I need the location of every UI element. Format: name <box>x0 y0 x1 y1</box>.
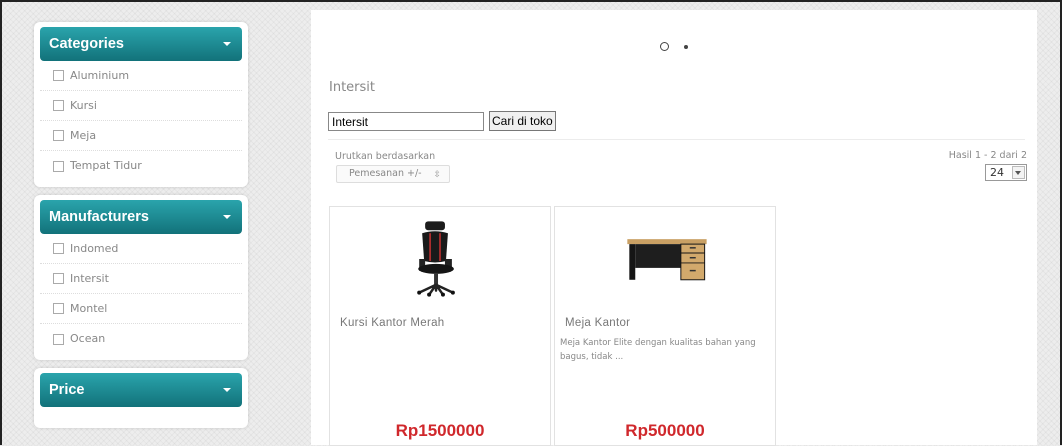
manufacturers-title: Manufacturers <box>49 209 149 225</box>
carousel-dot-active[interactable] <box>660 42 669 51</box>
search-button[interactable]: Cari di toko <box>489 111 556 131</box>
filter-option-meja[interactable]: Meja <box>40 121 242 151</box>
categories-title: Categories <box>49 36 124 52</box>
chevron-down-icon <box>223 388 231 392</box>
sort-select[interactable]: Pemesanan +/- ⇳ <box>336 165 450 183</box>
product-price: Rp500000 <box>625 421 705 440</box>
filter-option-intersit[interactable]: Intersit <box>40 264 242 294</box>
filter-option-label: Intersit <box>70 271 109 285</box>
product-name[interactable]: Meja Kantor <box>565 317 630 329</box>
sort-label: Urutkan berdasarkan <box>335 151 436 162</box>
product-price: Rp1500000 <box>395 421 485 440</box>
filter-option-label: Aluminium <box>70 68 130 82</box>
filter-option-ocean[interactable]: Ocean <box>40 324 242 354</box>
carousel-dot[interactable] <box>684 44 688 49</box>
per-page-value: 24 <box>990 166 1004 179</box>
carousel-dots <box>311 36 1037 51</box>
chevron-down-icon <box>223 215 231 219</box>
main-content: Intersit Cari di toko Urutkan berdasarka… <box>311 10 1037 446</box>
product-card[interactable]: Meja Kantor Meja Kantor Elite dengan kua… <box>554 206 776 446</box>
results-count: Hasil 1 - 2 dari 2 <box>948 150 1027 161</box>
filter-option-kursi[interactable]: Kursi <box>40 91 242 121</box>
page-title: Intersit <box>329 80 375 95</box>
chevron-down-icon[interactable] <box>1012 166 1025 179</box>
office-desk-icon[interactable] <box>555 215 775 297</box>
filter-option-indomed[interactable]: Indomed <box>40 234 242 264</box>
filter-option-label: Kursi <box>70 98 97 112</box>
categories-header[interactable]: Categories <box>40 27 242 61</box>
checkbox[interactable] <box>53 130 64 141</box>
sort-arrows-icon: ⇳ <box>433 170 441 180</box>
checkbox[interactable] <box>53 333 64 345</box>
sort-selected-value: Pemesanan +/- <box>349 168 422 179</box>
filter-option-montel[interactable]: Montel <box>40 294 242 324</box>
filter-option-label: Meja <box>70 128 97 142</box>
office-chair-icon[interactable] <box>330 215 550 297</box>
per-page-select[interactable]: 24 <box>985 164 1027 181</box>
filter-option-label: Indomed <box>70 241 119 255</box>
product-card[interactable]: Kursi Kantor Merah Rp1500000 <box>329 206 551 446</box>
divider <box>328 139 1025 140</box>
manufacturers-panel: Manufacturers Indomed Intersit Montel Oc… <box>34 195 248 360</box>
filter-option-aluminium[interactable]: Aluminium <box>40 61 242 91</box>
price-title: Price <box>49 382 85 398</box>
checkbox[interactable] <box>53 303 64 314</box>
filter-option-label: Ocean <box>70 332 106 345</box>
search-input[interactable] <box>328 112 484 131</box>
price-panel: Price <box>34 368 248 428</box>
checkbox[interactable] <box>53 273 64 284</box>
product-description: Meja Kantor Elite dengan kualitas bahan … <box>560 338 756 362</box>
chevron-down-icon <box>223 42 231 46</box>
manufacturers-header[interactable]: Manufacturers <box>40 200 242 234</box>
checkbox[interactable] <box>53 100 64 111</box>
filter-option-tempat-tidur[interactable]: Tempat Tidur <box>40 151 242 181</box>
filter-option-label: Montel <box>70 301 108 315</box>
checkbox[interactable] <box>53 243 64 254</box>
checkbox[interactable] <box>53 70 64 81</box>
price-header[interactable]: Price <box>40 373 242 407</box>
categories-panel: Categories Aluminium Kursi Meja Tempat T… <box>34 22 248 187</box>
checkbox[interactable] <box>53 160 64 172</box>
sidebar: Categories Aluminium Kursi Meja Tempat T… <box>34 22 248 436</box>
product-name[interactable]: Kursi Kantor Merah <box>340 317 444 329</box>
filter-option-label: Tempat Tidur <box>70 159 142 172</box>
